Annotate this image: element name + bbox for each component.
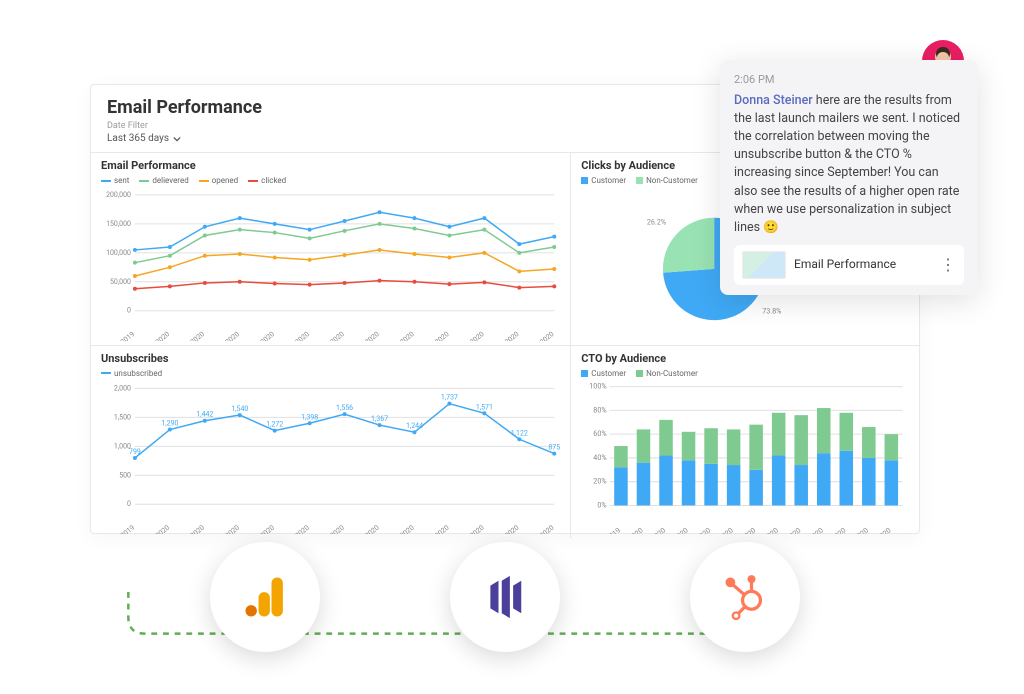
svg-text:73.8%: 73.8% [762,307,781,316]
svg-text:26.2%: 26.2% [647,217,666,226]
svg-text:799: 799 [129,448,141,456]
integration-hubspot[interactable] [690,542,800,652]
svg-text:Jul-2020: Jul-2020 [355,330,381,341]
comment-timestamp: 2:06 PM [734,72,964,88]
svg-text:200,000: 200,000 [106,191,131,199]
svg-text:500: 500 [119,471,131,479]
chart-legend: unsubscribed [101,369,560,378]
svg-text:1,244: 1,244 [406,422,423,430]
chart-title: CTO by Audience [581,352,909,365]
svg-text:1,290: 1,290 [161,419,178,427]
chart-card-email-performance: Email Performance sentdelieveredopenedcl… [91,153,571,346]
marketo-icon [479,571,531,623]
svg-text:1,272: 1,272 [266,420,283,428]
svg-text:1,737: 1,737 [441,393,458,401]
unsubscribes-line-chart: 05001,0001,5002,000Dec-2019Jan-2020Feb-2… [101,380,560,535]
chart-card-unsubscribes: Unsubscribes unsubscribed 05001,0001,500… [91,346,571,539]
attachment-title: Email Performance [794,256,896,273]
cto-by-audience-bar-chart: 0%20%40%60%80%100%Dec-2019Jan-2020Feb-20… [581,380,909,535]
chevron-down-icon [173,135,181,143]
svg-text:May-2020: May-2020 [282,330,311,341]
svg-text:100%: 100% [590,381,607,390]
svg-text:150,000: 150,000 [106,220,131,228]
hubspot-icon [719,571,771,623]
svg-text:50,000: 50,000 [110,278,131,286]
svg-text:Nov-2020: Nov-2020 [493,330,521,341]
comment-mention[interactable]: Donna Steiner [734,93,813,108]
svg-text:875: 875 [548,443,560,451]
comment-body: Donna Steiner here are the results from … [734,92,964,237]
svg-text:Feb-2020: Feb-2020 [179,330,206,341]
svg-text:0: 0 [127,307,131,315]
chart-title: Email Performance [101,159,560,172]
comment-attachment[interactable]: Email Performance ⋮ [734,245,964,285]
chart-legend: sentdelieveredopenedclicked [101,176,560,185]
svg-text:60%: 60% [594,429,607,438]
google-analytics-icon [239,571,291,623]
svg-text:Dec-2019: Dec-2019 [108,330,136,341]
attachment-thumbnail-icon [742,251,786,279]
svg-text:Mar-2020: Mar-2020 [213,330,241,341]
svg-text:Apr-2020: Apr-2020 [249,330,276,341]
svg-text:Sep-2020: Sep-2020 [423,330,451,341]
svg-text:40%: 40% [594,453,607,462]
svg-text:2,000: 2,000 [114,384,131,392]
integration-marketo[interactable] [450,542,560,652]
svg-text:0: 0 [127,500,131,508]
svg-text:Jan-2020: Jan-2020 [144,330,171,341]
email-performance-line-chart: 0 50,000 100,000 150,000 200,000 Dec-2019 Jan-… [101,187,560,341]
svg-text:1,367: 1,367 [371,415,388,423]
svg-text:0%: 0% [598,500,607,509]
integration-google-analytics[interactable] [210,542,320,652]
svg-text:Jun-2020: Jun-2020 [318,330,346,341]
svg-text:1,540: 1,540 [231,405,248,413]
svg-text:80%: 80% [594,405,607,414]
svg-text:1,442: 1,442 [196,410,213,418]
svg-text:20%: 20% [594,476,607,485]
comment-text: here are the results from the last launc… [734,93,960,235]
comment-bubble: 2:06 PM Donna Steiner here are the resul… [720,60,978,295]
svg-text:Dec-2020: Dec-2020 [528,330,556,341]
svg-text:100,000: 100,000 [106,249,131,257]
chart-card-cto-by-audience: CTO by Audience CustomerNon-Customer 0% 2… [571,346,919,539]
svg-text:1,556: 1,556 [336,404,353,412]
svg-text:1,571: 1,571 [476,403,493,411]
chart-title: Unsubscribes [101,352,560,365]
svg-text:1,122: 1,122 [511,429,528,437]
date-filter-value: Last 365 days [107,133,169,144]
svg-text:Oct-2020: Oct-2020 [459,330,486,341]
svg-text:1,398: 1,398 [301,413,318,421]
svg-text:1,500: 1,500 [114,413,131,421]
svg-text:Aug-2020: Aug-2020 [388,330,416,341]
integrations-row [90,530,934,660]
chart-legend: CustomerNon-Customer [581,369,909,378]
